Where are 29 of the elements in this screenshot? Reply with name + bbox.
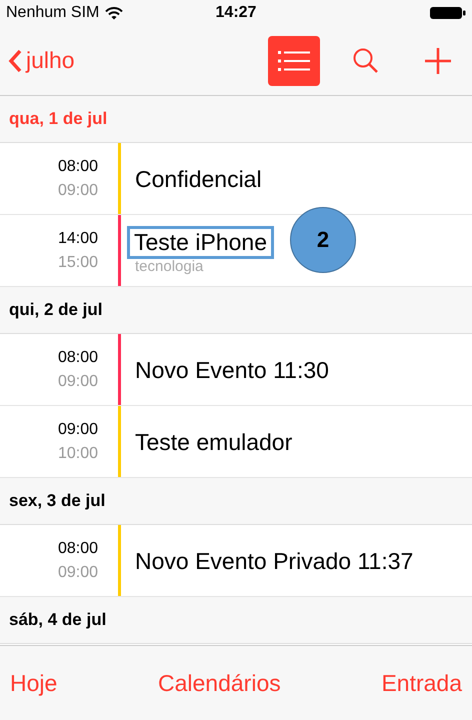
day-header: sáb, 4 de jul (9, 610, 106, 630)
day-header: qua, 1 de jul (9, 109, 108, 129)
battery-icon (430, 6, 466, 20)
chevron-left-icon (8, 48, 22, 72)
start-time: 08:00 (58, 540, 98, 558)
event-title[interactable]: Teste iPhone (130, 228, 271, 256)
day-header: sex, 3 de jul (9, 491, 106, 511)
carrier-name: Nenhum SIM (6, 4, 100, 22)
start-time: 14:00 (58, 230, 98, 248)
end-time: 09:00 (58, 182, 98, 200)
end-time: 15:00 (58, 254, 98, 272)
event-title[interactable]: Confidencial (135, 166, 262, 193)
end-time: 09:00 (58, 372, 98, 390)
search-icon (352, 46, 380, 74)
end-time: 09:00 (58, 564, 98, 582)
clock-time: 14:27 (216, 4, 256, 21)
event-calendar: tecnologia (135, 258, 204, 274)
wifi-icon (105, 6, 124, 20)
event-title[interactable]: Novo Evento Privado 11:37 (135, 548, 414, 575)
list-icon (278, 50, 310, 72)
start-time: 08:00 (58, 158, 98, 176)
end-time: 10:00 (58, 444, 98, 462)
event-title[interactable]: Novo Evento 11:30 (135, 357, 329, 384)
start-time: 08:00 (58, 348, 98, 366)
start-time: 09:00 (58, 420, 98, 438)
day-header: qui, 2 de jul (9, 300, 103, 320)
plus-icon (424, 46, 452, 74)
event-title[interactable]: Teste emulador (135, 429, 292, 456)
list-view-button[interactable] (268, 36, 320, 86)
